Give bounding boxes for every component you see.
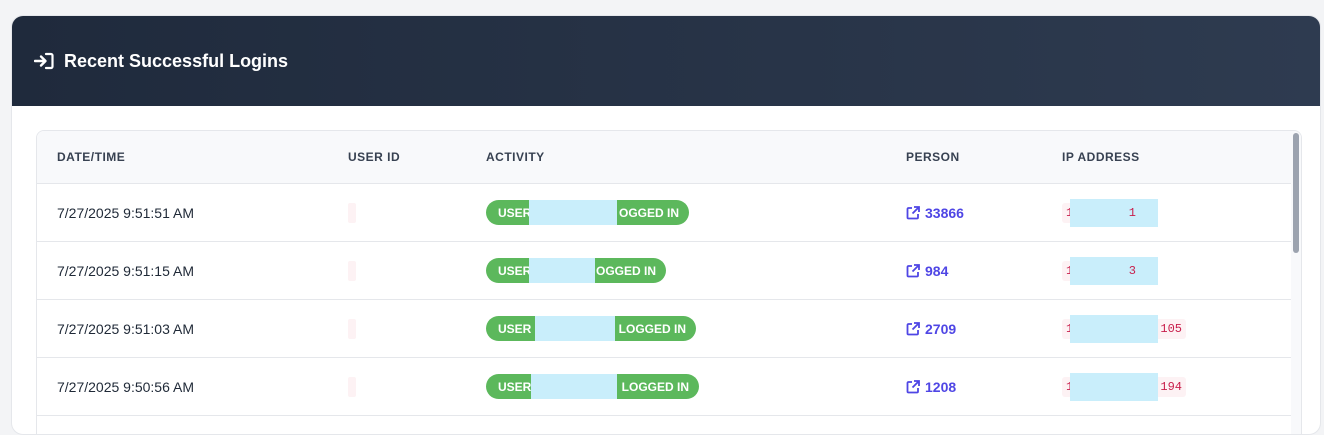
redacted-user-id (348, 260, 356, 281)
user-id-cell (348, 184, 356, 241)
column-header-datetime[interactable]: DATE/TIME (57, 131, 125, 183)
column-header-person[interactable]: PERSON (906, 131, 960, 183)
activity-cell: USER OGGED IN (486, 242, 666, 299)
ip-address: 1 3 (1062, 256, 1158, 285)
redaction-mask (529, 258, 595, 283)
person-id[interactable]: 984 (925, 263, 948, 279)
vertical-scrollbar[interactable] (1291, 131, 1301, 434)
redaction-mask (1070, 198, 1158, 227)
person-link[interactable]: 2709 (906, 300, 956, 357)
activity-cell: USER OGGED IN (486, 184, 689, 241)
column-header-activity[interactable]: ACTIVITY (486, 131, 545, 183)
column-header-user-id[interactable]: USER ID (348, 131, 400, 183)
redaction-mask (1070, 314, 1158, 343)
user-id-cell (348, 358, 356, 415)
datetime-cell: 7/27/2025 9:51:15 AM (57, 262, 194, 279)
ip-cell: 1 105 (1062, 300, 1186, 357)
ip-end: 194 (1160, 379, 1182, 394)
column-header-ip-address[interactable]: IP ADDRESS (1062, 131, 1140, 183)
ip-address: 1 105 (1062, 314, 1186, 343)
table-row: 7/27/2025 9:51:15 AM USER OGGED IN 984 1 (37, 242, 1301, 300)
activity-label-start: USER (498, 321, 532, 336)
activity-badge: USER LOGGED IN (486, 374, 699, 399)
user-id-cell (348, 242, 356, 299)
ip-end: 105 (1160, 321, 1182, 336)
activity-label-end: LOGGED IN (618, 321, 686, 336)
activity-cell: USER LOGGED IN (486, 300, 696, 357)
scrollbar-thumb[interactable] (1293, 133, 1299, 253)
external-link-icon (906, 263, 920, 278)
ip-end: 3 (1128, 263, 1136, 278)
activity-badge: USER OGGED IN (486, 200, 689, 225)
activity-label-start: USER (498, 263, 532, 278)
person-link[interactable]: 33866 (906, 184, 964, 241)
datetime-cell: 7/27/2025 9:51:03 AM (57, 320, 194, 337)
external-link-icon (906, 205, 920, 220)
activity-label-end: LOGGED IN (621, 379, 689, 394)
activity-cell: USER LOGGED IN (486, 358, 699, 415)
sign-in-icon (34, 51, 54, 71)
activity-badge: USER OGGED IN (486, 258, 666, 283)
redacted-user-id (348, 202, 356, 223)
datetime-cell: 7/27/2025 9:50:56 AM (57, 378, 194, 395)
ip-address: 1 1 (1062, 198, 1158, 227)
redaction-mask (535, 316, 615, 341)
ip-cell: 1 3 (1062, 242, 1158, 299)
person-id[interactable]: 33866 (925, 205, 964, 221)
datetime-cell: 7/27/2025 9:51:51 AM (57, 204, 194, 221)
activity-label-end: OGGED IN (618, 205, 679, 220)
table-row: 7/27/2025 9:50:56 AM USER LOGGED IN 1208… (37, 358, 1301, 416)
activity-badge: USER LOGGED IN (486, 316, 696, 341)
redaction-mask (1070, 256, 1158, 285)
person-id[interactable]: 2709 (925, 321, 956, 337)
activity-label-start: USER (498, 205, 532, 220)
redaction-mask (529, 200, 617, 225)
ip-address: 1 194 (1062, 372, 1186, 401)
card-header: Recent Successful Logins (12, 16, 1320, 106)
external-link-icon (906, 321, 920, 336)
recent-logins-card: Recent Successful Logins DATE/TIME USER … (11, 15, 1321, 435)
logins-table: DATE/TIME USER ID ACTIVITY PERSON IP ADD… (36, 130, 1302, 434)
person-link[interactable]: 1208 (906, 358, 956, 415)
activity-label-start: USER (498, 379, 532, 394)
table-header: DATE/TIME USER ID ACTIVITY PERSON IP ADD… (37, 131, 1301, 184)
redacted-user-id (348, 376, 356, 397)
external-link-icon (906, 379, 920, 394)
ip-end: 1 (1128, 205, 1136, 220)
ip-cell: 1 194 (1062, 358, 1186, 415)
redacted-user-id (348, 318, 356, 339)
redaction-mask (1070, 372, 1158, 401)
user-id-cell (348, 300, 356, 357)
activity-label-end: OGGED IN (595, 263, 656, 278)
ip-cell: 1 1 (1062, 184, 1158, 241)
person-link[interactable]: 984 (906, 242, 948, 299)
table-row: 7/27/2025 9:51:51 AM USER OGGED IN 33866… (37, 184, 1301, 242)
table-row: 7/27/2025 9:51:03 AM USER LOGGED IN 2709… (37, 300, 1301, 358)
card-title: Recent Successful Logins (64, 50, 289, 71)
redaction-mask (531, 374, 617, 399)
person-id[interactable]: 1208 (925, 379, 956, 395)
